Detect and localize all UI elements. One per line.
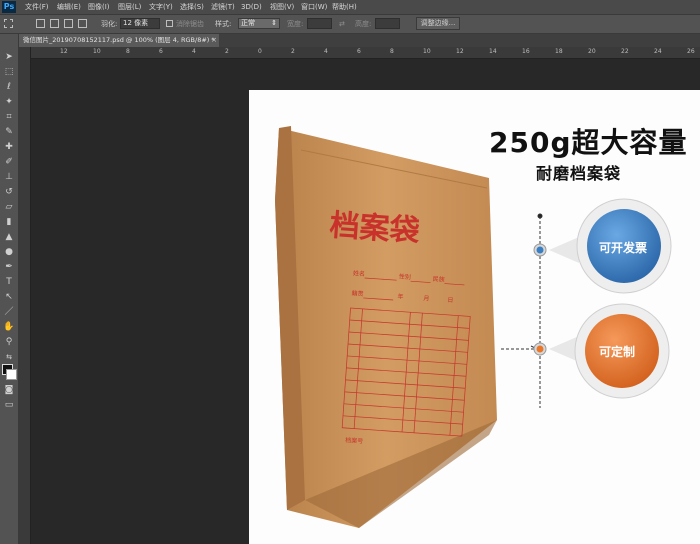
add-selection-icon[interactable] (50, 19, 59, 28)
bag-archive-number: 档案号 (345, 436, 364, 445)
ruler-tick-label: 6 (159, 48, 163, 55)
menu-layer[interactable]: 图层(L) (118, 2, 141, 12)
path-select-icon[interactable]: ↖ (3, 292, 15, 302)
ruler-tick-label: 10 (423, 48, 431, 55)
antialias-label: 消除锯齿 (176, 20, 204, 28)
ruler-tick-label: 12 (60, 48, 68, 55)
artwork-subheadline: 耐磨档案袋 (536, 164, 622, 183)
document-tab-title: 微信图片_20190708152117.psd @ 100% (图层 4, RG… (23, 36, 215, 44)
new-selection-icon[interactable] (36, 19, 45, 28)
callout-connector (501, 213, 543, 408)
stamp-tool-icon[interactable]: ⊥ (3, 172, 15, 182)
ruler-tick-label: 0 (258, 48, 262, 55)
crop-tool-icon[interactable]: ⌗ (3, 112, 15, 122)
ruler-tick-label: 2 (291, 48, 295, 55)
move-tool-icon[interactable]: ➤ (3, 52, 15, 62)
bag-field-day: 日 (447, 297, 453, 304)
height-input[interactable] (375, 18, 400, 29)
style-select-value: 正常 (241, 19, 255, 27)
artwork-headline: 250g超大容量 (489, 126, 688, 159)
document-tab[interactable]: 微信图片_20190708152117.psd @ 100% (图层 4, RG… (19, 34, 219, 47)
eraser-tool-icon[interactable]: ▱ (3, 202, 15, 212)
menu-help[interactable]: 帮助(H) (332, 2, 357, 12)
bag-field-month: 月 (423, 295, 429, 302)
marquee-tool-icon[interactable] (4, 19, 13, 28)
brush-tool-icon[interactable]: ✐ (3, 157, 15, 167)
shape-tool-icon[interactable]: ／ (3, 307, 15, 317)
ruler-horizontal[interactable]: 121086420246810121416182022242628 (30, 47, 700, 59)
bag-title: 档案袋 (328, 208, 420, 249)
height-label: 高度: (355, 20, 372, 28)
ruler-tick-label: 8 (390, 48, 394, 55)
menu-3d[interactable]: 3D(D) (241, 2, 262, 12)
bag-field-origin: 籍贯 (351, 289, 364, 298)
ruler-tick-label: 16 (522, 48, 530, 55)
feather-input[interactable]: 12 像素 (120, 18, 160, 29)
ruler-tick-label: 2 (225, 48, 229, 55)
menu-view[interactable]: 视图(V) (270, 2, 294, 12)
menu-image[interactable]: 图像(I) (88, 2, 110, 12)
marquee-tool-icon[interactable]: ⬚ (3, 67, 15, 77)
history-brush-icon[interactable]: ↺ (3, 187, 15, 197)
menu-file[interactable]: 文件(F) (25, 2, 49, 12)
gradient-tool-icon[interactable]: ▮ (3, 217, 15, 227)
ruler-tick-label: 24 (654, 48, 662, 55)
ruler-tick-label: 14 (489, 48, 497, 55)
menu-filter[interactable]: 滤镜(T) (211, 2, 235, 12)
ruler-tick-label: 18 (555, 48, 563, 55)
menu-type[interactable]: 文字(Y) (149, 2, 173, 12)
menu-window[interactable]: 窗口(W) (301, 2, 327, 12)
hand-tool-icon[interactable]: ✋ (3, 322, 15, 332)
document-tab-bar: 微信图片_20190708152117.psd @ 100% (图层 4, RG… (19, 34, 700, 47)
menu-edit[interactable]: 编辑(E) (57, 2, 81, 12)
style-select[interactable]: 正常 ⇕ (238, 18, 280, 29)
ruler-vertical[interactable] (19, 47, 31, 544)
ruler-tick-label: 10 (93, 48, 101, 55)
bag-field-year: 年 (397, 292, 404, 300)
quick-select-icon[interactable]: ✦ (3, 97, 15, 107)
ruler-tick-label: 26 (687, 48, 695, 55)
default-colors-icon[interactable]: ⇆ (3, 352, 15, 362)
ruler-tick-label: 12 (456, 48, 464, 55)
background-color-swatch[interactable] (6, 369, 17, 380)
type-tool-icon[interactable]: T (3, 277, 15, 287)
ruler-tick-label: 4 (192, 48, 196, 55)
bag-field-ethnic: 民族 (433, 275, 446, 284)
zoom-tool-icon[interactable]: ⚲ (3, 337, 15, 347)
blur-tool-icon[interactable]: ▲ (3, 232, 15, 242)
width-label: 宽度: (287, 20, 304, 28)
bubble-invoice-label: 可开发票 (599, 241, 648, 255)
screen-mode-icon[interactable]: ▭ (3, 400, 15, 410)
chevron-down-icon: ⇕ (271, 19, 277, 27)
menu-bar: Ps 文件(F) 编辑(E) 图像(I) 图层(L) 文字(Y) 选择(S) 滤… (0, 0, 700, 15)
photoshop-logo: Ps (2, 1, 16, 13)
width-input[interactable] (307, 18, 332, 29)
ruler-tick-label: 6 (357, 48, 361, 55)
antialias-checkbox[interactable] (166, 20, 173, 27)
options-bar: 羽化: 12 像素 消除锯齿 样式: 正常 ⇕ 宽度: ⇄ 高度: 调整边缘... (0, 15, 700, 34)
ruler-tick-label: 22 (621, 48, 629, 55)
quick-mask-icon[interactable]: ◙ (3, 385, 15, 395)
feather-label: 羽化: (101, 20, 118, 28)
intersect-selection-icon[interactable] (78, 19, 87, 28)
pen-tool-icon[interactable]: ✒ (3, 262, 15, 272)
style-label: 样式: (215, 20, 232, 28)
subtract-selection-icon[interactable] (64, 19, 73, 28)
dodge-tool-icon[interactable]: ● (3, 247, 15, 257)
ruler-tick-label: 20 (588, 48, 596, 55)
menu-select[interactable]: 选择(S) (180, 2, 204, 12)
eyedropper-icon[interactable]: ✎ (3, 127, 15, 137)
healing-brush-icon[interactable]: ✚ (3, 142, 15, 152)
refine-edge-button[interactable]: 调整边缘... (416, 17, 460, 30)
close-icon[interactable]: × (211, 34, 217, 47)
ruler-tick-label: 4 (324, 48, 328, 55)
bag-field-name: 姓名 (353, 269, 366, 278)
bag-field-gender: 性别 (399, 272, 412, 281)
lasso-tool-icon[interactable]: ℓ (3, 82, 15, 92)
envelope-bag-image: 档案袋 姓名 性别 民族 籍贯 年 月 日 档案号 (275, 126, 497, 528)
ruler-tick-label: 8 (126, 48, 130, 55)
bubble-custom-label: 可定制 (599, 345, 636, 359)
swap-icon[interactable]: ⇄ (339, 19, 345, 29)
tools-panel: ➤ ⬚ ℓ ✦ ⌗ ✎ ✚ ✐ ⊥ ↺ ▱ ▮ ▲ ● ✒ T ↖ ／ ✋ ⚲ … (0, 34, 19, 544)
